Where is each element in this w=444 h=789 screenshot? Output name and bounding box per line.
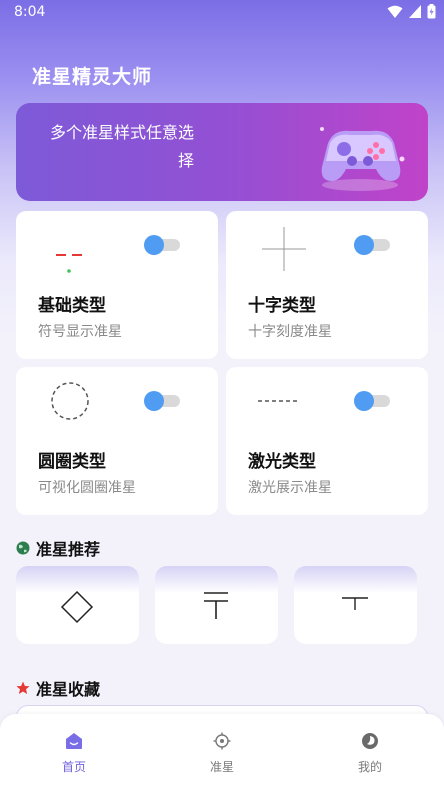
- circle-toggle[interactable]: [144, 391, 180, 411]
- recommend-title: 准星推荐: [36, 540, 101, 559]
- recommend-section-title: 准星推荐: [16, 536, 100, 560]
- cross-crosshair-icon: [262, 227, 306, 271]
- small-t-crosshair-icon: [342, 597, 368, 610]
- status-bar: 8:04: [0, 0, 444, 26]
- nav-profile[interactable]: 我的: [330, 732, 410, 775]
- nav-home[interactable]: 首页: [34, 732, 114, 775]
- profile-icon: [362, 733, 378, 749]
- recommend-item-diamond[interactable]: [16, 566, 139, 644]
- signal-icon: [409, 5, 421, 18]
- crosshair-card-cross[interactable]: 十字类型 十字刻度准星: [226, 211, 428, 359]
- nav-crosshair-label: 准星: [209, 760, 234, 774]
- crosshair-card-circle[interactable]: 圆圈类型 可视化圆圈准星: [16, 367, 218, 515]
- cross-toggle[interactable]: [354, 235, 390, 255]
- crosshair-card-laser[interactable]: 激光类型 激光展示准星: [226, 367, 428, 515]
- nav-home-label: 首页: [61, 760, 86, 774]
- status-time: 8:04: [14, 4, 46, 20]
- page-title: 准星精灵大师: [32, 66, 153, 88]
- wifi-icon: [387, 5, 403, 18]
- favorites-title: 准星收藏: [36, 680, 101, 699]
- recommend-item-t-shape[interactable]: [155, 566, 278, 644]
- card-subtitle: 可视化圆圈准星: [38, 480, 136, 496]
- card-title: 激光类型: [248, 452, 316, 472]
- basic-toggle[interactable]: [144, 235, 180, 255]
- nav-crosshair[interactable]: 准星: [182, 732, 262, 775]
- star-icon: [16, 681, 30, 694]
- favorites-section-title: 准星收藏: [16, 676, 100, 700]
- nav-profile-label: 我的: [357, 760, 382, 774]
- card-title: 基础类型: [38, 296, 106, 316]
- crosshair-card-basic[interactable]: 基础类型 符号显示准星: [16, 211, 218, 359]
- card-subtitle: 十字刻度准星: [248, 324, 332, 340]
- home-icon: [66, 733, 82, 749]
- battery-icon: [427, 4, 436, 19]
- circle-crosshair-icon: [51, 382, 89, 420]
- card-title: 圆圈类型: [38, 452, 106, 472]
- status-icons: [387, 4, 436, 19]
- recommend-item-small-t[interactable]: [294, 566, 417, 644]
- card-title: 十字类型: [248, 296, 316, 316]
- laser-crosshair-icon: [258, 400, 298, 402]
- target-icon: [213, 732, 231, 750]
- card-subtitle: 激光展示准星: [248, 480, 332, 496]
- basic-crosshair-icon: [56, 254, 82, 273]
- t-crosshair-icon: [204, 592, 228, 619]
- gamepad-icon: [320, 127, 405, 191]
- diamond-crosshair-icon: [60, 590, 94, 624]
- promo-banner[interactable]: 多个准星样式任意选择: [16, 103, 428, 201]
- laser-toggle[interactable]: [354, 391, 390, 411]
- globe-icon: [16, 541, 30, 555]
- card-subtitle: 符号显示准星: [38, 324, 122, 340]
- banner-text: 多个准星样式任意选择: [49, 123, 194, 170]
